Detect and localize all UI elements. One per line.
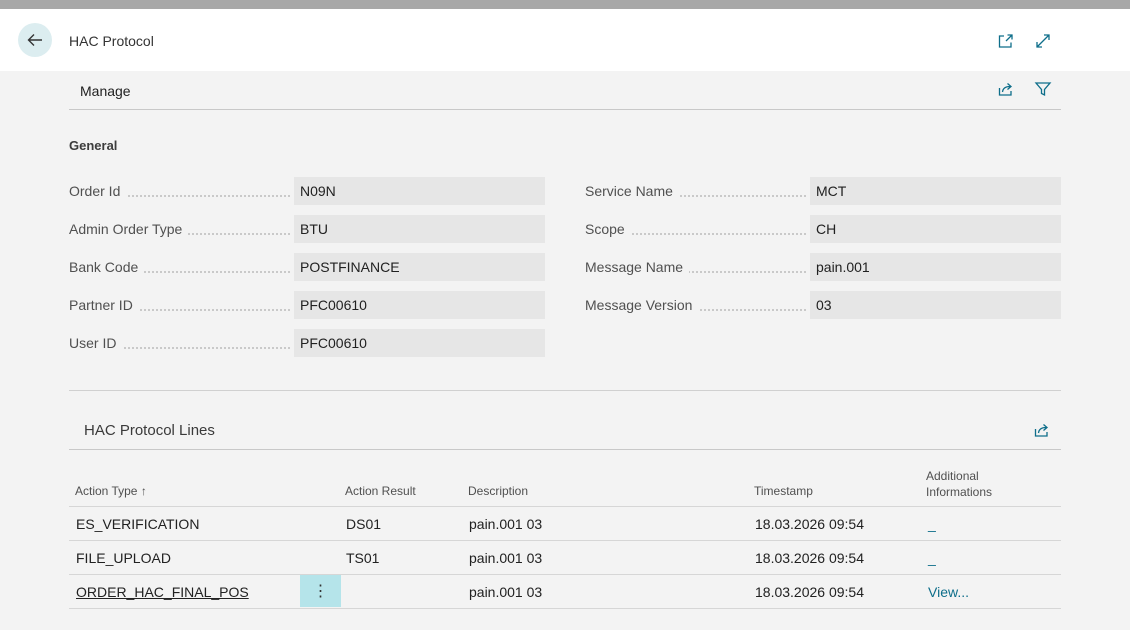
field-order-id: Order Id N09N bbox=[69, 177, 545, 205]
action-bar: Manage bbox=[69, 71, 1061, 110]
lines-header-rule bbox=[69, 449, 1061, 450]
partner-id-value[interactable]: PFC00610 bbox=[294, 291, 545, 319]
back-arrow-icon bbox=[27, 34, 42, 46]
table-row[interactable]: FILE_UPLOAD TS01 pain.001 03 18.03.2026 … bbox=[69, 541, 1061, 575]
field-label: Bank Code bbox=[69, 259, 145, 275]
field-user-id: User ID PFC00610 bbox=[69, 329, 545, 357]
action-result-cell: TS01 bbox=[346, 550, 380, 566]
field-label: Message Name bbox=[585, 259, 690, 275]
field-partner-id: Partner ID PFC00610 bbox=[69, 291, 545, 319]
description-cell: pain.001 03 bbox=[469, 550, 543, 566]
timestamp-cell: 18.03.2026 09:54 bbox=[755, 516, 864, 532]
order-id-value[interactable]: N09N bbox=[294, 177, 545, 205]
page-title: HAC Protocol bbox=[69, 33, 154, 49]
table-row[interactable]: ES_VERIFICATION DS01 pain.001 03 18.03.2… bbox=[69, 507, 1061, 541]
column-header-action-result[interactable]: Action Result bbox=[345, 484, 416, 498]
action-type-cell: FILE_UPLOAD bbox=[76, 550, 171, 566]
field-label: Message Version bbox=[585, 297, 699, 313]
field-service-name: Service Name MCT bbox=[585, 177, 1061, 205]
share-icon[interactable] bbox=[1033, 421, 1051, 439]
additional-info-link[interactable]: View... bbox=[928, 584, 969, 600]
field-bank-code: Bank Code POSTFINANCE bbox=[69, 253, 545, 281]
field-label: Admin Order Type bbox=[69, 221, 189, 237]
column-header-additional-informations[interactable]: Additional Informations bbox=[926, 468, 992, 500]
timestamp-cell: 18.03.2026 09:54 bbox=[755, 550, 864, 566]
column-label: Informations bbox=[926, 485, 993, 499]
section-divider bbox=[69, 390, 1061, 391]
service-name-value[interactable]: MCT bbox=[810, 177, 1061, 205]
action-type-cell: ES_VERIFICATION bbox=[76, 516, 200, 532]
action-type-cell[interactable]: ORDER_HAC_FINAL_POS bbox=[76, 584, 249, 600]
field-label: Service Name bbox=[585, 183, 679, 199]
field-label: Scope bbox=[585, 221, 631, 237]
column-label: Additional bbox=[926, 469, 979, 483]
filter-icon[interactable] bbox=[1034, 80, 1052, 98]
admin-order-type-value[interactable]: BTU bbox=[294, 215, 545, 243]
open-new-window-icon[interactable] bbox=[997, 32, 1015, 50]
timestamp-cell: 18.03.2026 09:54 bbox=[755, 584, 864, 600]
description-cell: pain.001 03 bbox=[469, 516, 543, 532]
column-header-description[interactable]: Description bbox=[468, 484, 528, 498]
general-section-title: General bbox=[69, 138, 118, 153]
message-version-value[interactable]: 03 bbox=[810, 291, 1061, 319]
field-message-version: Message Version 03 bbox=[585, 291, 1061, 319]
action-result-cell: DS01 bbox=[346, 516, 382, 532]
table-row-selected[interactable]: ORDER_HAC_FINAL_POS ⋮ pain.001 03 18.03.… bbox=[69, 575, 1061, 609]
additional-info-link[interactable]: _ bbox=[928, 516, 936, 532]
more-options-icon: ⋮ bbox=[312, 583, 329, 600]
column-header-action-type[interactable]: Action Type ↑ bbox=[75, 484, 147, 498]
user-id-value[interactable]: PFC00610 bbox=[294, 329, 545, 357]
column-label: Action Type bbox=[75, 484, 138, 498]
manage-menu[interactable]: Manage bbox=[80, 83, 131, 99]
field-message-name: Message Name pain.001 bbox=[585, 253, 1061, 281]
page-header: HAC Protocol bbox=[0, 9, 1130, 71]
expand-icon[interactable] bbox=[1034, 32, 1052, 50]
field-label: User ID bbox=[69, 335, 123, 351]
description-cell: pain.001 03 bbox=[469, 584, 543, 600]
column-header-timestamp[interactable]: Timestamp bbox=[754, 484, 813, 498]
top-strip bbox=[0, 0, 1130, 9]
scope-value[interactable]: CH bbox=[810, 215, 1061, 243]
field-scope: Scope CH bbox=[585, 215, 1061, 243]
row-actions-button[interactable]: ⋮ bbox=[300, 575, 341, 607]
back-button[interactable] bbox=[18, 23, 52, 57]
field-label: Order Id bbox=[69, 183, 127, 199]
share-icon[interactable] bbox=[997, 80, 1015, 98]
field-label: Partner ID bbox=[69, 297, 139, 313]
lines-section-title: HAC Protocol Lines bbox=[84, 422, 215, 439]
sort-ascending-icon: ↑ bbox=[140, 484, 147, 498]
additional-info-link[interactable]: _ bbox=[928, 550, 936, 566]
message-name-value[interactable]: pain.001 bbox=[810, 253, 1061, 281]
field-admin-order-type: Admin Order Type BTU bbox=[69, 215, 545, 243]
bank-code-value[interactable]: POSTFINANCE bbox=[294, 253, 545, 281]
